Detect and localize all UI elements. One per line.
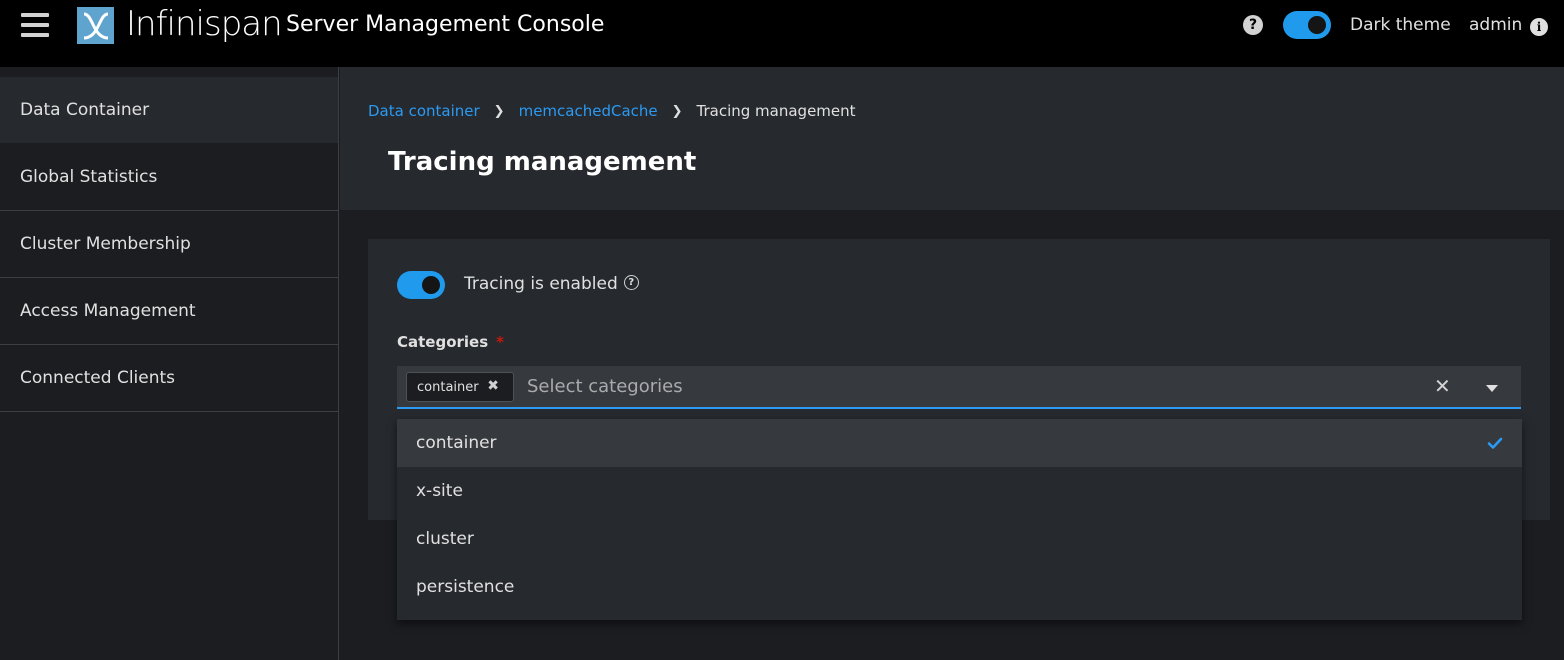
page-title: Tracing management bbox=[388, 147, 697, 177]
page-header: Data container ❯ memcachedCache ❯ Tracin… bbox=[340, 67, 1564, 210]
tracing-label-text: Tracing is enabled bbox=[464, 274, 618, 294]
categories-search-input[interactable] bbox=[527, 366, 1407, 407]
menu-option-x-site[interactable]: x-site bbox=[397, 467, 1522, 515]
check-icon bbox=[1487, 437, 1503, 449]
categories-label: Categories * bbox=[397, 333, 504, 351]
menu-option-label: cluster bbox=[416, 529, 474, 549]
menu-option-cluster[interactable]: cluster bbox=[397, 515, 1522, 563]
menu-option-container[interactable]: container bbox=[397, 419, 1522, 467]
menu-option-label: x-site bbox=[416, 481, 463, 501]
toggle-knob bbox=[422, 276, 440, 294]
hamburger-menu-icon[interactable] bbox=[21, 13, 49, 37]
breadcrumb-current: Tracing management bbox=[696, 102, 856, 120]
menu-option-label: persistence bbox=[416, 577, 515, 597]
menu-option-label: container bbox=[416, 433, 497, 453]
category-chip-label: container bbox=[417, 379, 479, 395]
app-title: Server Management Console bbox=[286, 12, 605, 37]
user-menu[interactable]: admin bbox=[1469, 15, 1522, 35]
categories-select[interactable]: container ✖ ✕ bbox=[397, 366, 1521, 409]
chevron-right-icon: ❯ bbox=[671, 103, 683, 119]
sidebar-item-global-statistics[interactable]: Global Statistics bbox=[0, 144, 338, 211]
tracing-toggle[interactable] bbox=[397, 271, 445, 299]
dark-theme-toggle[interactable] bbox=[1283, 11, 1331, 39]
sidebar-item-cluster-membership[interactable]: Cluster Membership bbox=[0, 211, 338, 278]
masthead: Infinispan Server Management Console ? D… bbox=[0, 0, 1564, 67]
infinispan-logo-icon bbox=[77, 7, 114, 44]
sidebar-item-data-container[interactable]: Data Container bbox=[0, 77, 338, 144]
dark-theme-label: Dark theme bbox=[1350, 15, 1451, 35]
breadcrumb-cache-link[interactable]: memcachedCache bbox=[519, 102, 658, 120]
logo-text: Infinispan bbox=[126, 4, 283, 44]
category-chip: container ✖ bbox=[406, 372, 514, 402]
tracing-label: Tracing is enabled? bbox=[464, 274, 639, 294]
sidebar-item-access-management[interactable]: Access Management bbox=[0, 278, 338, 345]
help-icon[interactable]: ? bbox=[1243, 15, 1263, 35]
caret-down-icon[interactable] bbox=[1486, 385, 1498, 392]
clear-selection-icon[interactable]: ✕ bbox=[1434, 374, 1451, 398]
info-icon[interactable]: i bbox=[1530, 18, 1548, 36]
chevron-right-icon: ❯ bbox=[493, 103, 505, 119]
sidebar: Data Container Global Statistics Cluster… bbox=[0, 67, 339, 660]
breadcrumb-data-container-link[interactable]: Data container bbox=[368, 102, 480, 120]
question-circle-icon[interactable]: ? bbox=[623, 274, 639, 290]
toggle-knob bbox=[1308, 16, 1326, 34]
sidebar-item-connected-clients[interactable]: Connected Clients bbox=[0, 345, 338, 412]
categories-menu: container x-site cluster persistence bbox=[397, 419, 1522, 620]
categories-label-text: Categories bbox=[397, 333, 489, 351]
required-marker: * bbox=[496, 333, 505, 351]
menu-option-persistence[interactable]: persistence bbox=[397, 563, 1522, 611]
chip-remove-icon[interactable]: ✖ bbox=[487, 378, 499, 394]
breadcrumb: Data container ❯ memcachedCache ❯ Tracin… bbox=[368, 102, 856, 120]
